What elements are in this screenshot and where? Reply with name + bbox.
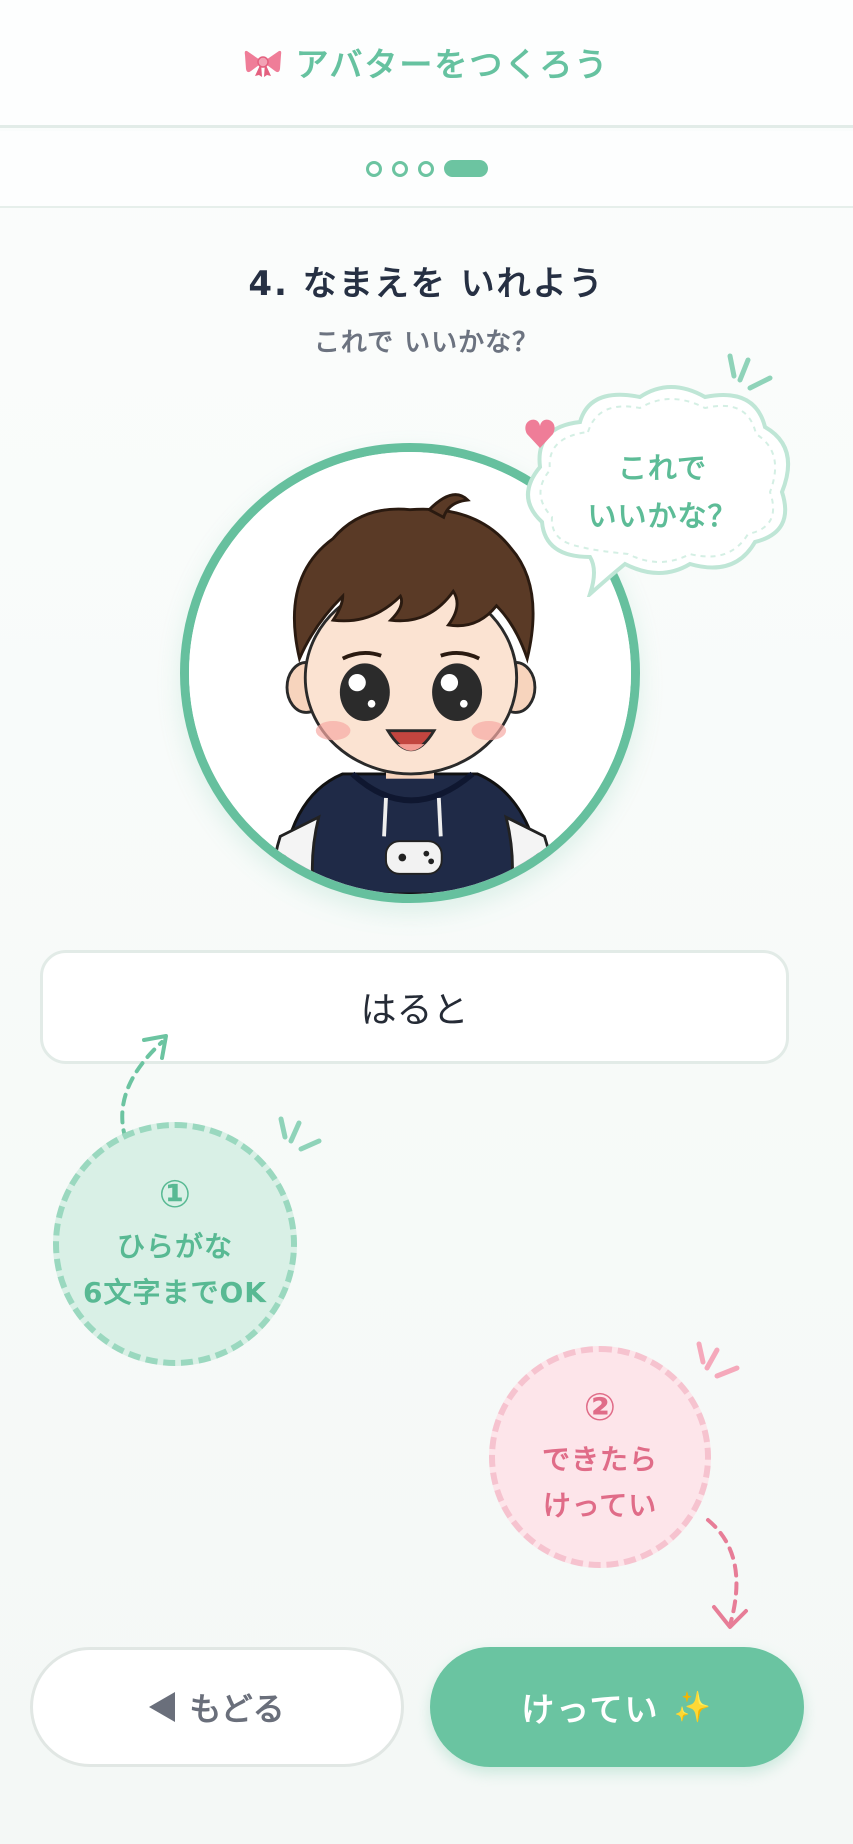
tip1-line-2: 6文字までOK xyxy=(83,1276,267,1309)
sparkle-icon: ✨ xyxy=(673,1689,713,1725)
tip-hiragana-limit: ① ひらがな 6文字までOK xyxy=(53,1122,297,1366)
bubble-line-2: いいかな？ xyxy=(587,499,738,533)
step-dot-3 xyxy=(417,160,434,177)
header-title-group: アバターをつくろう xyxy=(244,38,610,86)
speech-bubble: これで いいかな？ xyxy=(520,382,795,597)
step-indicator xyxy=(0,131,853,208)
confirm-button[interactable]: けってい ✨ xyxy=(430,1647,804,1767)
bubble-line-1: これで xyxy=(617,451,708,485)
tip-confirm-hint: ② できたら けってい xyxy=(489,1346,711,1568)
back-triangle-icon xyxy=(149,1692,176,1722)
step-dot-2 xyxy=(391,160,408,177)
back-button[interactable]: もどる xyxy=(30,1647,404,1767)
back-button-label: もどる xyxy=(189,1690,285,1728)
tip2-line-1: できたら xyxy=(541,1443,658,1476)
sparkle-lines-icon xyxy=(727,353,773,391)
sparkle-lines-icon xyxy=(696,1341,740,1379)
tip1-line-1: ひらがな xyxy=(116,1230,233,1263)
step-dot-4-active xyxy=(443,160,488,177)
bubble-text: これで いいかな？ xyxy=(550,444,775,540)
ribbon-icon xyxy=(244,50,281,77)
step-dot-1 xyxy=(365,160,382,177)
app-header: アバターをつくろう xyxy=(0,0,853,128)
dashed-arrow-down-icon xyxy=(706,1518,748,1629)
confirm-button-label: けってい xyxy=(521,1690,660,1729)
header-title: アバターをつくろう xyxy=(295,44,610,84)
sparkle-lines-icon xyxy=(278,1116,322,1152)
step-title: 4. なまえを いれよう xyxy=(248,264,605,304)
tip2-line-2: けってい xyxy=(542,1489,658,1522)
tip1-number: ① xyxy=(158,1172,192,1216)
tip2-number: ② xyxy=(583,1385,617,1429)
